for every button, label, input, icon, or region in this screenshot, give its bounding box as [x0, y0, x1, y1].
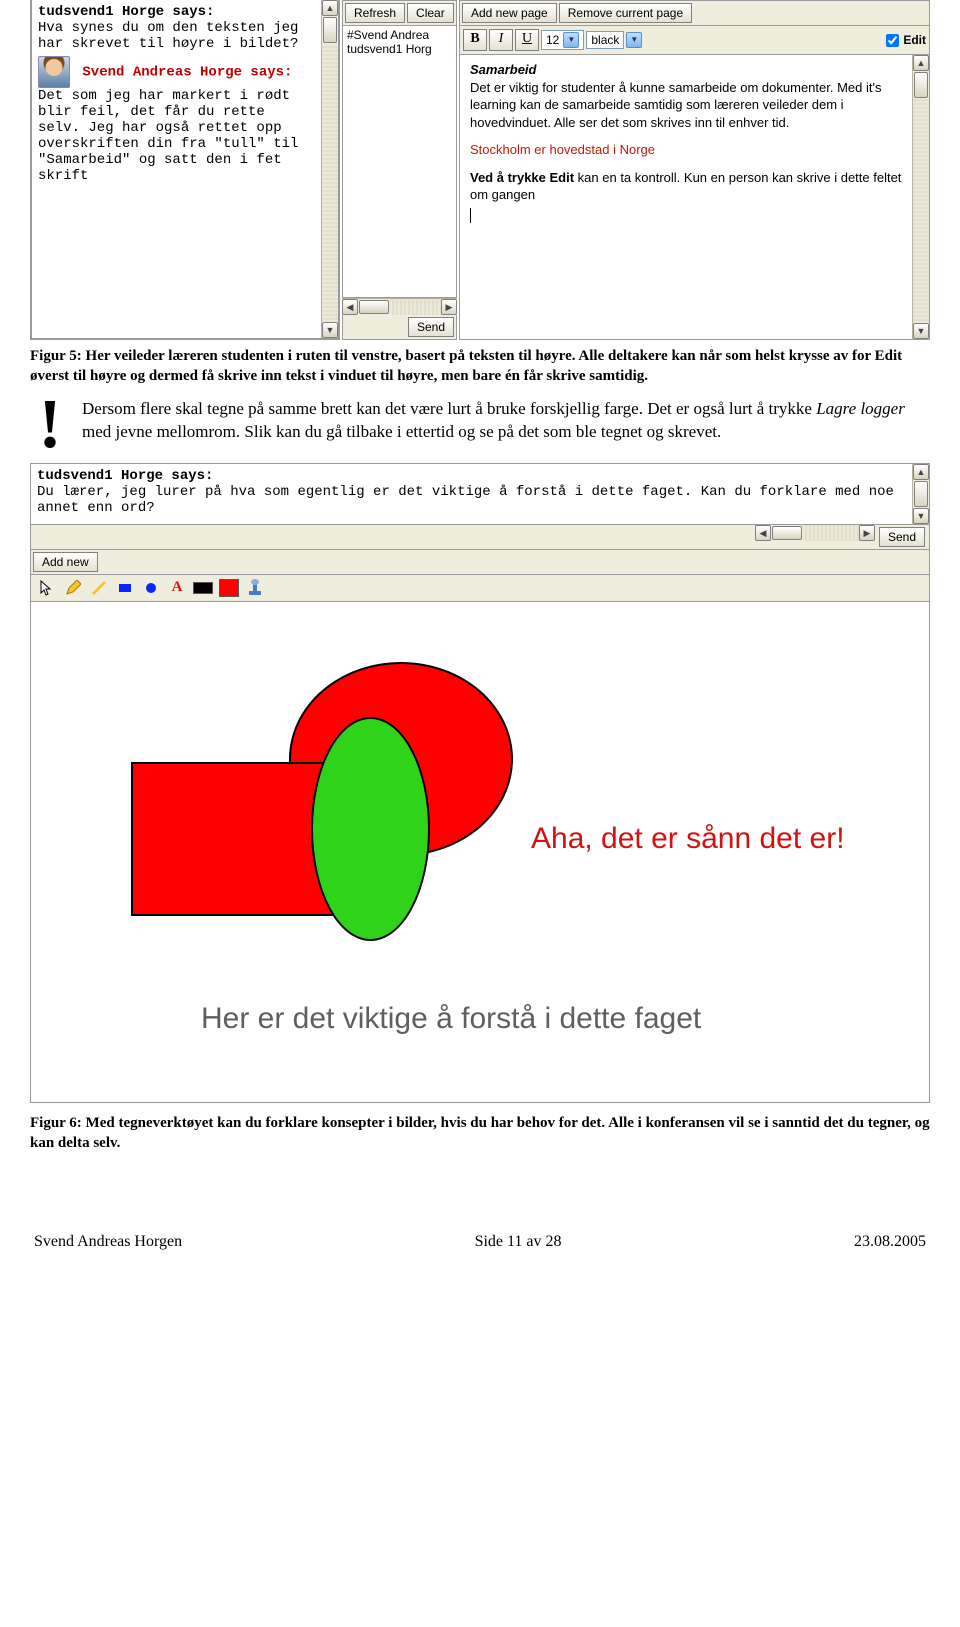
fill-color-swatch[interactable] — [219, 578, 239, 598]
font-size-select[interactable]: 12 ▼ — [541, 30, 584, 50]
scroll-down-icon[interactable]: ▼ — [322, 322, 338, 338]
chat-user2-says: Svend Andreas Horge says: — [82, 65, 292, 81]
remove-page-button[interactable]: Remove current page — [559, 3, 692, 23]
rect-tool-icon[interactable] — [115, 578, 135, 598]
refresh-button[interactable]: Refresh — [345, 3, 405, 23]
font-size-value: 12 — [546, 33, 559, 47]
chevron-down-icon[interactable]: ▼ — [563, 32, 579, 48]
figure5-ui: tudsvend1 Horge says: Hva synes du om de… — [30, 0, 930, 340]
scroll-left-icon[interactable]: ◀ — [342, 299, 358, 315]
edit-checkbox-label: Edit — [903, 33, 926, 47]
chat-user1-msg: Hva synes du om den teksten jeg har skre… — [38, 20, 315, 52]
chat-send-row: ◀ ▶ Send — [30, 525, 930, 550]
add-page-button[interactable]: Add new page — [462, 3, 557, 23]
italic-button[interactable]: I — [489, 29, 513, 51]
avatar-icon — [38, 56, 70, 88]
send-button[interactable]: Send — [879, 527, 925, 547]
editor-panel: Add new page Remove current page B I U 1… — [459, 0, 930, 340]
scroll-thumb[interactable] — [772, 526, 802, 540]
whiteboard-text-aha[interactable]: Aha, det er sånn det er! — [531, 822, 845, 856]
editor-textarea[interactable]: Samarbeid Det er viktig for studenter å … — [460, 55, 912, 339]
chat-transcript: tudsvend1 Horge says: Hva synes du om de… — [32, 0, 321, 338]
footer-author: Svend Andreas Horgen — [34, 1233, 182, 1251]
footer-page: Side 11 av 28 — [475, 1233, 562, 1251]
scroll-right-icon[interactable]: ▶ — [441, 299, 457, 315]
scroll-up-icon[interactable]: ▲ — [913, 55, 929, 71]
user-list[interactable]: #Svend Andrea tudsvend1 Horg — [342, 25, 457, 298]
stroke-color-swatch[interactable] — [193, 578, 213, 598]
chat-scrollbar[interactable]: ▲ ▼ — [321, 0, 338, 338]
figure5-caption: Figur 5: Her veileder læreren studenten … — [30, 346, 930, 387]
scroll-thumb[interactable] — [914, 481, 928, 507]
text-tool-icon[interactable]: A — [167, 578, 187, 598]
user-list-row[interactable]: #Svend Andrea — [347, 28, 452, 42]
stamp-tool-icon[interactable] — [245, 578, 265, 598]
tip-text: Dersom flere skal tegne på samme brett k… — [82, 397, 930, 453]
chat-panel-left: tudsvend1 Horge says: Hva synes du om de… — [30, 0, 340, 340]
send-button[interactable]: Send — [408, 317, 454, 337]
chat-user-msg: Du lærer, jeg lurer på hva som egentlig … — [37, 484, 906, 516]
scroll-thumb[interactable] — [359, 300, 389, 314]
whiteboard-text-gray[interactable]: Her er det viktige å forstå i dette fage… — [201, 1002, 701, 1036]
editor-paragraph: Ved å trykke Edit kan en ta kontroll. Ku… — [470, 169, 902, 204]
chevron-down-icon[interactable]: ▼ — [626, 32, 642, 48]
chat-user-says: tudsvend1 Horge says: — [37, 468, 906, 484]
user-list-row[interactable]: tudsvend1 Horg — [347, 42, 452, 56]
drawn-ellipse[interactable] — [311, 717, 430, 941]
figure6-chat-panel: tudsvend1 Horge says: Du lærer, jeg lure… — [30, 463, 930, 525]
editor-red-text: Stockholm er hovedstad i Norge — [470, 141, 902, 159]
scroll-up-icon[interactable]: ▲ — [913, 464, 929, 480]
chat-hscroll[interactable]: ◀ ▶ — [755, 525, 875, 541]
pencil-tool-icon[interactable] — [63, 578, 83, 598]
whiteboard-panel: A Aha, det er sånn det er! Her er det vi… — [30, 575, 930, 1103]
bold-button[interactable]: B — [463, 29, 487, 51]
pointer-tool-icon[interactable] — [37, 578, 57, 598]
footer-date: 23.08.2005 — [854, 1233, 926, 1251]
page-footer: Svend Andreas Horgen Side 11 av 28 23.08… — [30, 1233, 930, 1251]
editor-scrollbar[interactable]: ▲ ▼ — [912, 55, 929, 339]
underline-button[interactable]: U — [515, 29, 539, 51]
whiteboard-canvas[interactable]: Aha, det er sånn det er! Her er det vikt… — [31, 602, 929, 1102]
scroll-down-icon[interactable]: ▼ — [913, 323, 929, 339]
scroll-left-icon[interactable]: ◀ — [755, 525, 771, 541]
scroll-right-icon[interactable]: ▶ — [859, 525, 875, 541]
whiteboard-toolbar: A — [31, 575, 929, 602]
edit-checkbox[interactable] — [886, 34, 899, 47]
exclamation-icon: ! — [30, 397, 70, 453]
text-caret — [470, 208, 471, 223]
circle-tool-icon[interactable] — [141, 578, 161, 598]
add-new-button[interactable]: Add new — [33, 552, 98, 572]
chat-user2-msg: Det som jeg har markert i rødt blir feil… — [38, 88, 315, 184]
scroll-thumb[interactable] — [914, 72, 928, 98]
chat-scrollbar[interactable]: ▲ ▼ — [912, 464, 929, 524]
userlist-hscroll[interactable]: ◀ ▶ — [342, 298, 457, 315]
chat-transcript: tudsvend1 Horge says: Du lærer, jeg lure… — [31, 464, 912, 524]
tip-block: ! Dersom flere skal tegne på samme brett… — [30, 397, 930, 453]
user-list-panel: Refresh Clear #Svend Andrea tudsvend1 Ho… — [342, 0, 457, 340]
scroll-down-icon[interactable]: ▼ — [913, 508, 929, 524]
clear-button[interactable]: Clear — [407, 3, 454, 23]
figure6-caption: Figur 6: Med tegneverktøyet kan du forkl… — [30, 1113, 930, 1154]
scroll-up-icon[interactable]: ▲ — [322, 0, 338, 16]
color-select[interactable]: black — [586, 31, 624, 49]
chat-user1-says: tudsvend1 Horge says: — [38, 4, 315, 20]
editor-paragraph: Det er viktig for studenter å kunne sama… — [470, 79, 902, 132]
editor-heading: Samarbeid — [470, 61, 902, 79]
line-tool-icon[interactable] — [89, 578, 109, 598]
scroll-thumb[interactable] — [323, 17, 337, 43]
